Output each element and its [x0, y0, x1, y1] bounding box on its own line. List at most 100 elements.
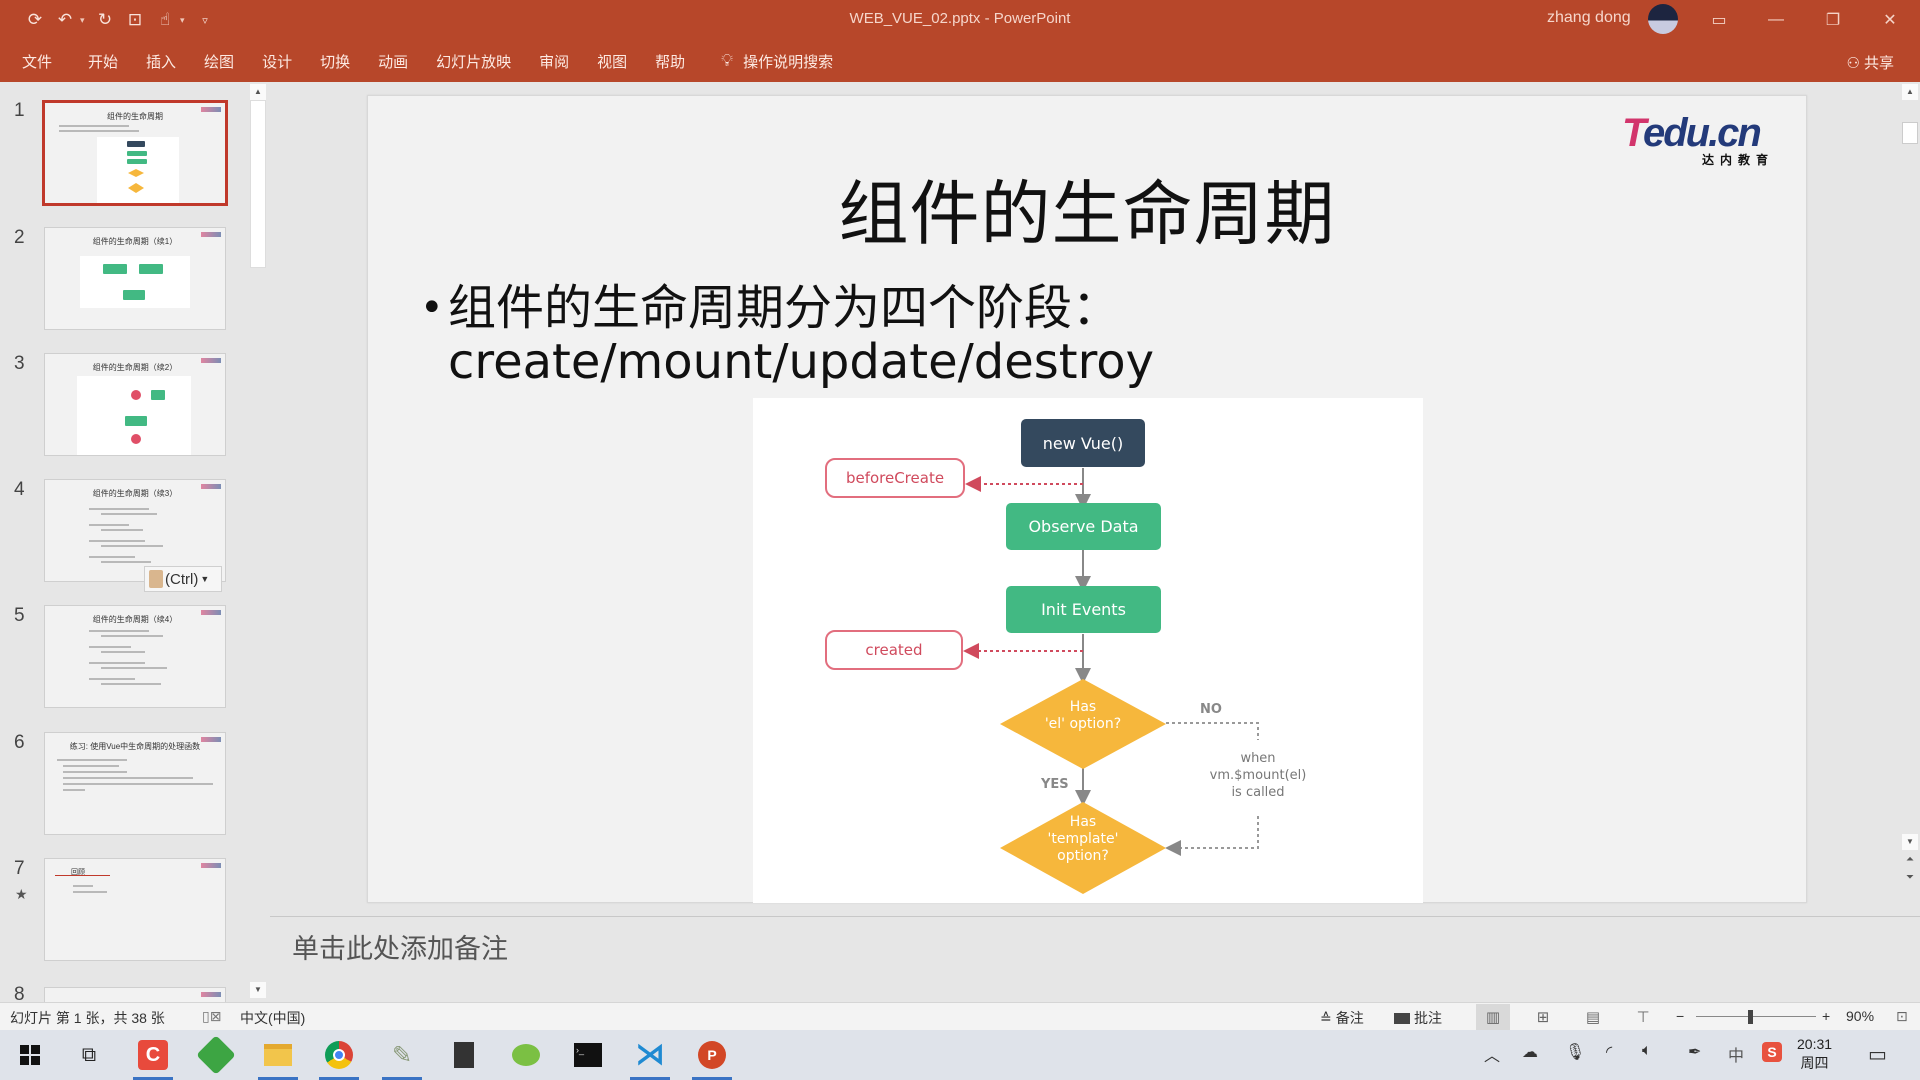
onedrive-icon[interactable]: ☁	[1522, 1042, 1538, 1062]
taskbar-app-notes[interactable]	[438, 1030, 490, 1080]
zoom-out-button[interactable]: −	[1676, 1008, 1684, 1024]
next-slide-icon[interactable]: ⏷	[1902, 872, 1918, 888]
minimize-icon[interactable]: —	[1753, 4, 1799, 36]
scroll-down-icon[interactable]: ▼	[250, 982, 266, 998]
taskbar-vscode[interactable]: ⋊	[624, 1030, 676, 1080]
thumbnail-slide-6[interactable]: 练习: 使用Vue中生命周期的处理函数	[44, 732, 226, 835]
taskbar-chrome[interactable]	[313, 1030, 365, 1080]
comments-button[interactable]: 批注	[1394, 1008, 1442, 1028]
tab-help[interactable]: 帮助	[641, 40, 699, 82]
avatar[interactable]	[1648, 4, 1678, 34]
microphone-icon[interactable]: 🎙︎	[1565, 1042, 1585, 1062]
zoom-level[interactable]: 90%	[1846, 1008, 1874, 1024]
close-icon[interactable]: ✕	[1867, 4, 1913, 36]
tab-file[interactable]: 文件	[10, 40, 66, 82]
restore-icon[interactable]: ❐	[1810, 4, 1856, 36]
slide-title[interactable]: 组件的生命周期	[368, 158, 1806, 259]
slide-sorter-view-button[interactable]: ⊞	[1526, 1004, 1560, 1030]
fit-to-window-icon[interactable]: ⊡	[1896, 1008, 1908, 1025]
thumbnail-slide-7[interactable]: 回顾	[44, 858, 226, 961]
thumbnail-text-line	[63, 771, 127, 773]
start-presentation-icon[interactable]: ⊡	[120, 8, 150, 32]
zoom-in-button[interactable]: +	[1822, 1008, 1830, 1024]
ribbon-display-options-icon[interactable]: ▭	[1696, 4, 1742, 36]
scroll-thumb[interactable]	[250, 100, 266, 268]
node-new-vue[interactable]: new Vue()	[1021, 419, 1145, 467]
tab-draw[interactable]: 绘图	[190, 40, 248, 82]
save-icon[interactable]: ⟳	[20, 8, 50, 32]
scroll-down-icon[interactable]: ▼	[1902, 834, 1918, 850]
label-line: 'el' option?	[1044, 716, 1122, 732]
touch-mode-icon[interactable]: ☝	[150, 8, 180, 32]
taskbar-file-explorer[interactable]	[252, 1030, 304, 1080]
decision-has-el[interactable]: Has 'el' option?	[1000, 679, 1166, 769]
hook-created[interactable]: created	[825, 630, 963, 670]
customize-qat-icon[interactable]: ▿	[190, 8, 220, 32]
scroll-thumb[interactable]	[1902, 122, 1918, 144]
slide-scrollbar[interactable]: ▲ ▼ ⏶ ⏷	[1900, 82, 1920, 902]
tell-me-search[interactable]: 💡︎ 操作说明搜索	[721, 51, 833, 72]
scroll-up-icon[interactable]: ▲	[1902, 84, 1918, 100]
thumbnail-text-line	[101, 635, 163, 637]
label-yes: YES	[1041, 777, 1069, 792]
pen-icon[interactable]: ✒	[1688, 1042, 1701, 1062]
slide-bullet[interactable]: • 组件的生命周期分为四个阶段： create/mount/update/des…	[420, 281, 1154, 389]
sogou-input-icon[interactable]: S	[1762, 1042, 1782, 1062]
tab-view[interactable]: 视图	[583, 40, 641, 82]
start-button[interactable]	[4, 1030, 56, 1080]
undo-icon[interactable]: ↶	[50, 8, 80, 32]
show-hidden-icons[interactable]: ︿	[1484, 1042, 1500, 1066]
volume-icon[interactable]: 🔈︎	[1642, 1042, 1652, 1060]
ime-indicator[interactable]: 中	[1728, 1042, 1744, 1066]
tab-review[interactable]: 审阅	[525, 40, 583, 82]
tab-insert[interactable]: 插入	[132, 40, 190, 82]
notes-placeholder[interactable]: 单击此处添加备注	[292, 927, 508, 966]
thumbnail-slide-2[interactable]: 组件的生命周期（续1）	[44, 227, 226, 330]
taskbar-wechat[interactable]	[500, 1030, 552, 1080]
thumbnail-slide-3[interactable]: 组件的生命周期（续2）	[44, 353, 226, 456]
taskbar-terminal[interactable]: ›_	[562, 1030, 614, 1080]
redo-icon[interactable]: ↻	[90, 8, 120, 32]
paste-options-button[interactable]: (Ctrl) ▼	[144, 566, 222, 592]
undo-dropdown-icon[interactable]: ▾	[80, 15, 90, 26]
slideshow-view-button[interactable]: ⊤	[1626, 1004, 1660, 1030]
taskbar-app-feather[interactable]: ✎	[376, 1030, 428, 1080]
node-observe-data[interactable]: Observe Data	[1006, 503, 1161, 550]
language-indicator[interactable]: 中文(中国)	[240, 1008, 305, 1028]
scroll-up-icon[interactable]: ▲	[250, 84, 266, 100]
taskbar-app-green[interactable]	[190, 1030, 242, 1080]
wifi-icon[interactable]: ◜	[1606, 1042, 1612, 1062]
node-init-events[interactable]: Init Events	[1006, 586, 1161, 633]
spell-check-icon[interactable]: ▯⊠	[202, 1008, 221, 1025]
user-name[interactable]: zhang dong	[1547, 9, 1631, 27]
tab-animations[interactable]: 动画	[364, 40, 422, 82]
zoom-slider[interactable]	[1696, 1016, 1816, 1017]
action-center-icon[interactable]: ▭	[1868, 1042, 1887, 1067]
app-c-icon: C	[138, 1040, 168, 1070]
tab-slideshow[interactable]: 幻灯片放映	[422, 40, 525, 82]
slide-thumbnail-panel: 1 组件的生命周期 2 组件的生命周期（续1） 3 组件的生命周期（续2） 4 …	[0, 82, 270, 1007]
share-button[interactable]: ⚇ 共享	[1847, 52, 1894, 73]
zoom-slider-thumb[interactable]	[1748, 1010, 1753, 1024]
system-clock[interactable]: 20:31 周四	[1797, 1035, 1832, 1073]
notes-toggle-button[interactable]: ≙ 备注	[1320, 1008, 1364, 1028]
hook-before-create[interactable]: beforeCreate	[825, 458, 965, 498]
vue-lifecycle-diagram[interactable]: new Vue() beforeCreate Observe Data Init…	[753, 398, 1423, 903]
taskbar-powerpoint[interactable]: P	[686, 1030, 738, 1080]
tab-transitions[interactable]: 切换	[306, 40, 364, 82]
touch-dropdown-icon[interactable]: ▾	[180, 15, 190, 26]
thumbnail-slide-1[interactable]: 组件的生命周期	[42, 100, 228, 206]
previous-slide-icon[interactable]: ⏶	[1902, 854, 1918, 870]
tab-home[interactable]: 开始	[66, 40, 132, 82]
slide-canvas[interactable]: Tedu.cn 达内教育 组件的生命周期 • 组件的生命周期分为四个阶段： cr…	[367, 95, 1807, 903]
decision-has-template[interactable]: Has 'template' option?	[1000, 802, 1166, 894]
thumbnail-scrollbar[interactable]: ▲ ▼	[248, 82, 268, 1002]
tab-design[interactable]: 设计	[248, 40, 306, 82]
task-view-icon[interactable]: ⧉	[63, 1030, 115, 1080]
thumbnail-slide-5[interactable]: 组件的生命周期（续4）	[44, 605, 226, 708]
normal-view-button[interactable]: ▥	[1476, 1004, 1510, 1030]
notes-divider[interactable]	[270, 916, 1920, 917]
reading-view-button[interactable]: ▤	[1576, 1004, 1610, 1030]
thumbnail-title: 练习: 使用Vue中生命周期的处理函数	[69, 742, 201, 751]
taskbar-app-c[interactable]: C	[127, 1030, 179, 1080]
